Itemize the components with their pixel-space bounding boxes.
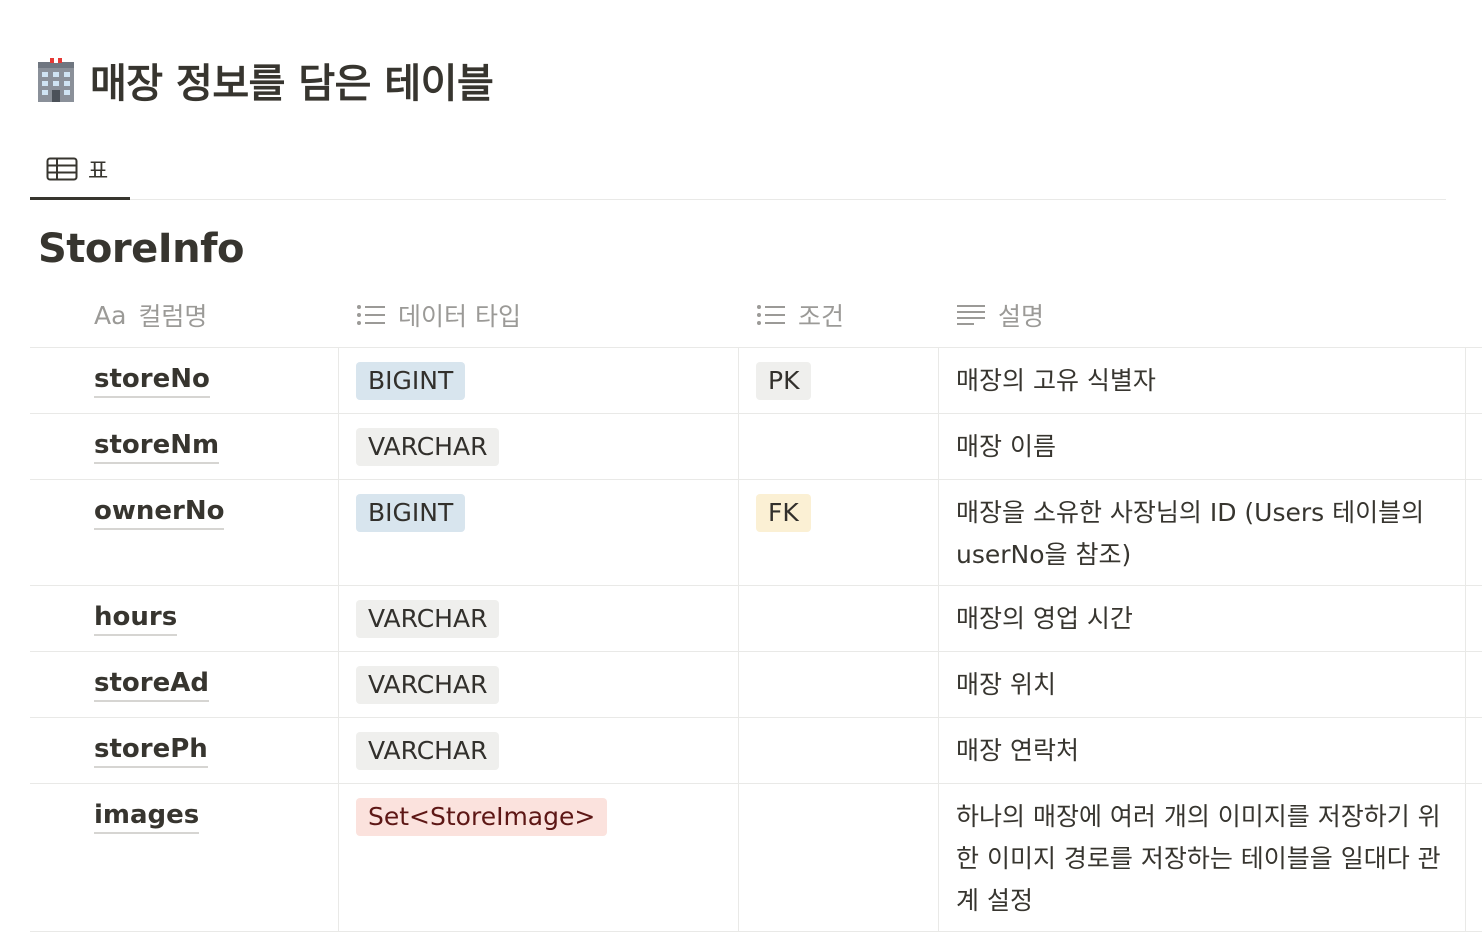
table-icon bbox=[46, 157, 78, 181]
description-text: 매장의 고유 식별자 bbox=[956, 366, 1156, 395]
database-table: Aa 컬럼명 데이터 타입 조건 설명 storeNo BIGINT PK 매장… bbox=[30, 282, 1482, 932]
column-header-description[interactable]: 설명 bbox=[956, 282, 1044, 348]
cell-data-type[interactable]: VARCHAR bbox=[338, 414, 738, 479]
description-text: 하나의 매장에 여러 개의 이미지를 저장하기 위한 이미지 경로를 저장하는 … bbox=[956, 802, 1441, 915]
table-row[interactable]: storeNm VARCHAR 매장 이름 bbox=[30, 414, 1482, 480]
table-row[interactable]: storeNo BIGINT PK 매장의 고유 식별자 bbox=[30, 348, 1482, 414]
type-tag: VARCHAR bbox=[356, 600, 500, 638]
row-title-link[interactable]: storeNo bbox=[94, 362, 210, 398]
column-header-name[interactable]: Aa 컬럼명 bbox=[94, 282, 207, 348]
table-row[interactable]: images Set<StoreImage> 하나의 매장에 여러 개의 이미지를 … bbox=[30, 784, 1482, 932]
row-title-link[interactable]: hours bbox=[94, 600, 178, 636]
type-tag: VARCHAR bbox=[356, 428, 500, 466]
tab-table-view[interactable]: 표 bbox=[30, 140, 130, 200]
table-row[interactable]: ownerNo BIGINT FK 매장을 소유한 사장님의 ID (Users 테이… bbox=[30, 480, 1482, 586]
database-title[interactable]: StoreInfo bbox=[38, 226, 245, 272]
cell-description[interactable]: 매장을 소유한 사장님의 ID (Users 테이블의 userNo을 참조) bbox=[938, 480, 1466, 585]
cell-condition[interactable] bbox=[738, 414, 938, 479]
multi-select-icon bbox=[756, 304, 786, 326]
description-text: 매장 이름 bbox=[956, 432, 1056, 461]
description-text: 매장 연락처 bbox=[956, 736, 1079, 765]
text-property-icon bbox=[956, 303, 986, 327]
cell-column-name[interactable]: storeNm bbox=[30, 414, 338, 479]
column-header-label: 데이터 타입 bbox=[398, 302, 521, 331]
table-row[interactable]: storePh VARCHAR 매장 연락처 bbox=[30, 718, 1482, 784]
cell-data-type[interactable]: BIGINT bbox=[338, 348, 738, 413]
row-title-link[interactable]: images bbox=[94, 798, 200, 834]
cell-description[interactable]: 하나의 매장에 여러 개의 이미지를 저장하기 위한 이미지 경로를 저장하는 … bbox=[938, 784, 1466, 931]
cell-condition[interactable] bbox=[738, 586, 938, 651]
cell-condition[interactable]: PK bbox=[738, 348, 938, 413]
office-building-icon[interactable] bbox=[32, 56, 80, 104]
cell-column-name[interactable]: images bbox=[30, 784, 338, 931]
title-property-icon: Aa bbox=[94, 300, 127, 330]
table-row[interactable]: storeAd VARCHAR 매장 위치 bbox=[30, 652, 1482, 718]
row-title-link[interactable]: storeNm bbox=[94, 428, 220, 464]
type-tag: VARCHAR bbox=[356, 666, 500, 704]
type-tag: Set<StoreImage> bbox=[356, 798, 608, 836]
cell-data-type[interactable]: Set<StoreImage> bbox=[338, 784, 738, 931]
row-title-link[interactable]: ownerNo bbox=[94, 494, 225, 530]
column-header-type[interactable]: 데이터 타입 bbox=[356, 282, 521, 348]
type-tag: VARCHAR bbox=[356, 732, 500, 770]
cell-condition[interactable] bbox=[738, 718, 938, 783]
table-row[interactable]: hours VARCHAR 매장의 영업 시간 bbox=[30, 586, 1482, 652]
cell-column-name[interactable]: ownerNo bbox=[30, 480, 338, 585]
view-tab-bar: 표 bbox=[30, 140, 1446, 200]
column-header-condition[interactable]: 조건 bbox=[756, 282, 844, 348]
cell-data-type[interactable]: VARCHAR bbox=[338, 718, 738, 783]
cell-condition[interactable]: FK bbox=[738, 480, 938, 585]
cell-column-name[interactable]: storeNo bbox=[30, 348, 338, 413]
cell-description[interactable]: 매장 위치 bbox=[938, 652, 1466, 717]
cell-data-type[interactable]: VARCHAR bbox=[338, 652, 738, 717]
notion-page: 매장 정보를 담은 테이블 표 StoreInfo Aa 컬럼명 데이터 타입 … bbox=[0, 0, 1482, 940]
cell-condition[interactable] bbox=[738, 784, 938, 931]
cell-condition[interactable] bbox=[738, 652, 938, 717]
description-text: 매장을 소유한 사장님의 ID (Users 테이블의 userNo을 참조) bbox=[956, 498, 1425, 569]
cell-description[interactable]: 매장의 고유 식별자 bbox=[938, 348, 1466, 413]
column-header-label: 설명 bbox=[998, 302, 1045, 331]
type-tag: BIGINT bbox=[356, 362, 466, 400]
multi-select-icon bbox=[356, 304, 386, 326]
cell-description[interactable]: 매장의 영업 시간 bbox=[938, 586, 1466, 651]
description-text: 매장 위치 bbox=[956, 670, 1056, 699]
cell-column-name[interactable]: hours bbox=[30, 586, 338, 651]
type-tag: BIGINT bbox=[356, 494, 466, 532]
description-text: 매장의 영업 시간 bbox=[956, 604, 1133, 633]
cell-column-name[interactable]: storePh bbox=[30, 718, 338, 783]
condition-tag: PK bbox=[756, 362, 812, 400]
cell-description[interactable]: 매장 연락처 bbox=[938, 718, 1466, 783]
row-title-link[interactable]: storePh bbox=[94, 732, 208, 768]
cell-data-type[interactable]: BIGINT bbox=[338, 480, 738, 585]
column-header-label: 컬럼명 bbox=[138, 302, 208, 331]
table-body: storeNo BIGINT PK 매장의 고유 식별자 storeNm VARCHAR 매… bbox=[30, 348, 1482, 932]
column-header-label: 조건 bbox=[798, 302, 845, 331]
condition-tag: FK bbox=[756, 494, 811, 532]
tab-label: 표 bbox=[88, 158, 109, 184]
row-title-link[interactable]: storeAd bbox=[94, 666, 209, 702]
table-header: Aa 컬럼명 데이터 타입 조건 설명 bbox=[30, 282, 1482, 348]
cell-column-name[interactable]: storeAd bbox=[30, 652, 338, 717]
page-header: 매장 정보를 담은 테이블 bbox=[32, 51, 494, 109]
page-title[interactable]: 매장 정보를 담은 테이블 bbox=[90, 51, 494, 109]
cell-description[interactable]: 매장 이름 bbox=[938, 414, 1466, 479]
cell-data-type[interactable]: VARCHAR bbox=[338, 586, 738, 651]
